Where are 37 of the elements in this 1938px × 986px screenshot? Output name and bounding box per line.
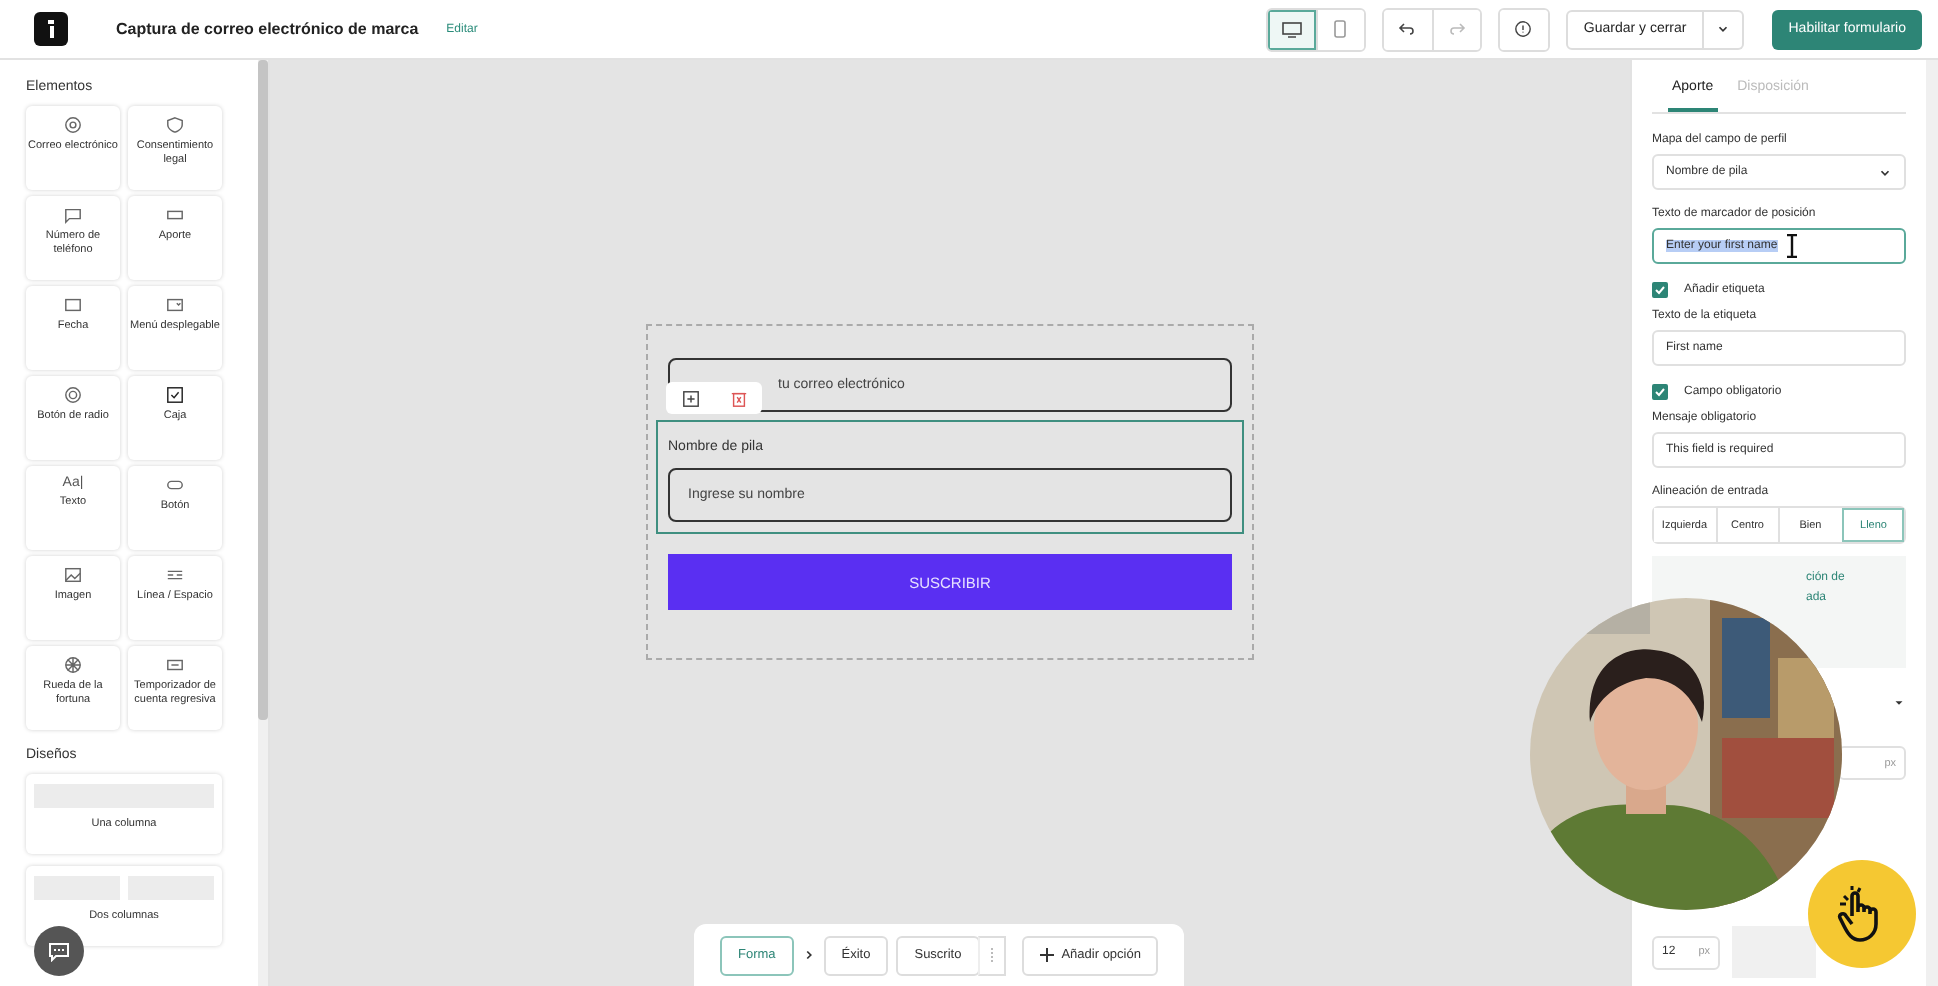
pointer-hand-icon xyxy=(1808,860,1916,968)
divider-icon xyxy=(166,566,184,584)
form-title: Captura de correo electrónico de marca xyxy=(116,20,419,38)
info-button[interactable] xyxy=(1499,9,1548,49)
shield-icon xyxy=(166,116,184,134)
redo-icon xyxy=(1447,22,1466,36)
chat-button[interactable] xyxy=(34,926,84,976)
logo-icon xyxy=(34,12,68,46)
dropdown-icon xyxy=(166,296,184,314)
wheel-icon xyxy=(64,656,82,674)
checkbox[interactable] xyxy=(1652,282,1668,298)
desktop-view-button[interactable] xyxy=(1267,9,1316,49)
monitor-icon xyxy=(1281,21,1302,37)
button-icon xyxy=(166,476,184,494)
calendar-icon xyxy=(64,296,82,314)
dots-icon xyxy=(989,948,994,962)
delete-icon[interactable] xyxy=(729,389,747,407)
radio-icon xyxy=(64,386,82,404)
image-icon xyxy=(64,566,82,584)
text-cursor-icon xyxy=(1785,234,1798,258)
text-preview xyxy=(1732,926,1816,978)
input-icon xyxy=(166,206,184,224)
chevron-icon xyxy=(801,948,816,962)
timer-icon xyxy=(166,656,184,674)
caret-icon xyxy=(1878,165,1892,179)
plus-icon xyxy=(1039,948,1054,962)
chat-icon xyxy=(48,941,70,961)
checkbox[interactable] xyxy=(1652,384,1668,400)
caret-icon[interactable] xyxy=(1892,696,1906,710)
phone-icon xyxy=(1334,20,1347,38)
add-icon[interactable] xyxy=(681,389,699,407)
caret-icon xyxy=(1716,22,1731,36)
undo-icon xyxy=(1398,22,1417,36)
mobile-view-button[interactable] xyxy=(1315,9,1364,49)
checkbox-icon xyxy=(166,386,184,404)
info-icon xyxy=(1514,20,1533,38)
message-icon xyxy=(64,206,82,224)
